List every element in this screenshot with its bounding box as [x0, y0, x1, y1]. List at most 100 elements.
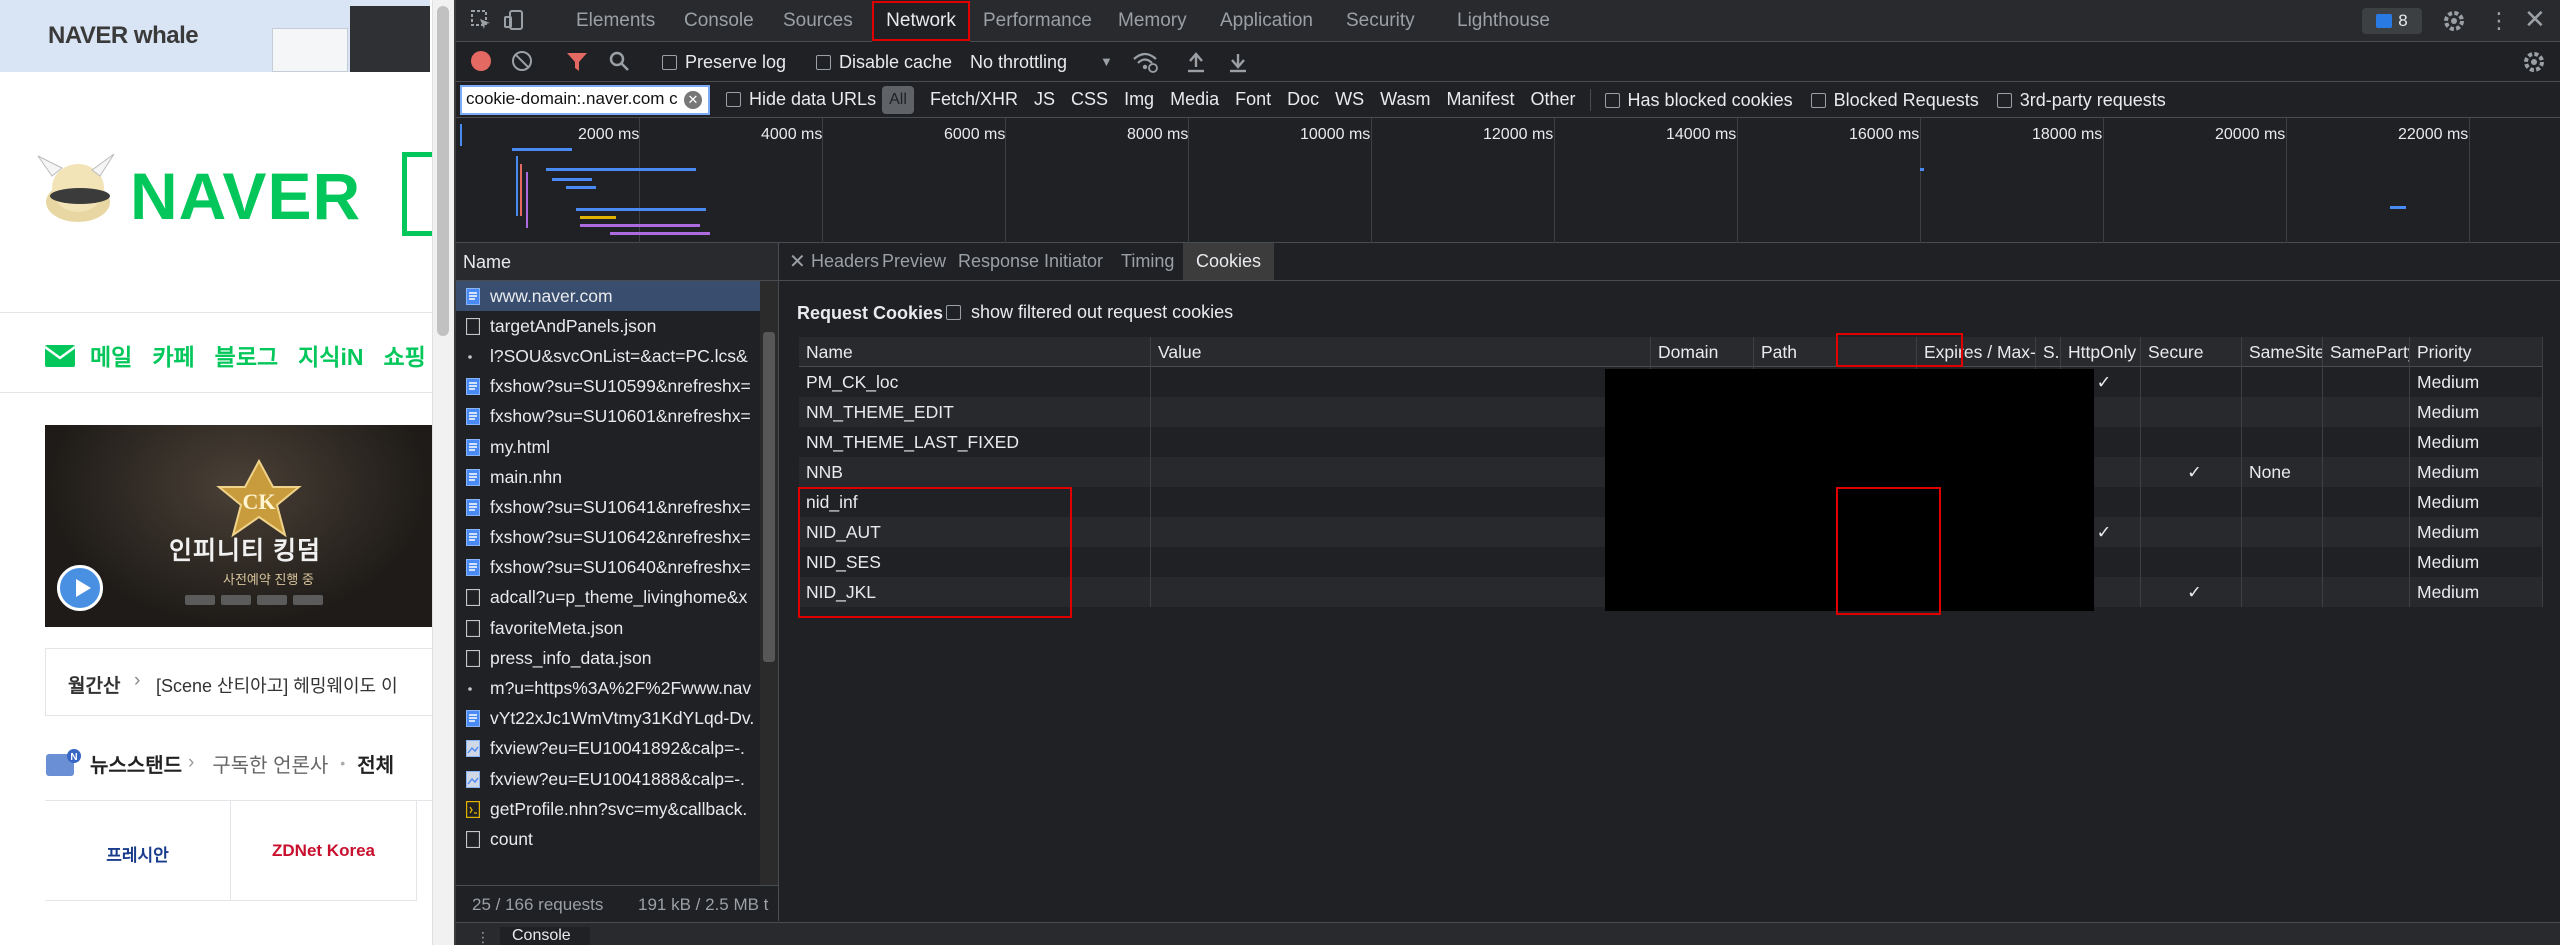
service-blog[interactable]: 블로그 [215, 338, 278, 372]
drawer-menu-icon[interactable]: ⋮ [476, 929, 490, 945]
checkbox[interactable] [726, 92, 741, 107]
request-row[interactable]: favoriteMeta.json [456, 613, 778, 643]
filter-type-fetch[interactable]: Fetch/XHR [930, 89, 1018, 111]
whale-top-banner[interactable]: NAVER whale [0, 0, 430, 72]
filter-icon[interactable] [566, 52, 588, 72]
checkbox[interactable] [1996, 92, 2012, 108]
tab-performance[interactable]: Performance [983, 0, 1092, 42]
request-row[interactable]: fxshow?su=SU10640&nrefreshx= [456, 553, 778, 583]
request-row[interactable]: count [456, 824, 778, 854]
network-conditions-icon[interactable] [1132, 51, 1158, 73]
export-har-icon[interactable] [1228, 51, 1248, 73]
request-row[interactable]: www.naver.com [456, 281, 778, 312]
service-shopping[interactable]: 쇼핑 [383, 338, 425, 372]
more-options-icon[interactable]: ⋮ [2488, 8, 2510, 34]
drawer-tab-console[interactable]: Console [500, 927, 590, 945]
checkbox[interactable] [816, 55, 831, 70]
checkbox[interactable] [1604, 92, 1620, 108]
network-overview-timeline[interactable]: 2000 ms 4000 ms 6000 ms 8000 ms 10000 ms… [456, 118, 2560, 243]
request-row[interactable]: fxshow?su=SU10599&nrefreshx= [456, 372, 778, 402]
gear-icon[interactable] [2442, 9, 2466, 33]
device-toolbar-icon[interactable] [504, 9, 526, 31]
request-row[interactable]: l?SOU&svcOnList=&act=PC.lcs& [456, 341, 778, 371]
column-header-size[interactable]: S.. [2036, 337, 2061, 367]
tab-elements[interactable]: Elements [576, 0, 655, 42]
request-row[interactable]: targetAndPanels.json [456, 311, 778, 341]
filter-type-wasm[interactable]: Wasm [1380, 89, 1430, 111]
request-row[interactable]: fxshow?su=SU10601&nrefreshx= [456, 402, 778, 432]
request-row[interactable]: m?u=https%3A%2F%2Fwww.nav [456, 673, 778, 703]
news-ticker[interactable]: 월간산 › [Scene 산티아고] 헤밍웨이도 이 [45, 648, 432, 716]
clear-icon[interactable] [512, 51, 532, 71]
filter-type-other[interactable]: Other [1531, 89, 1576, 111]
request-row[interactable]: getProfile.nhn?svc=my&callback. [456, 794, 778, 824]
inspect-element-icon[interactable] [470, 9, 492, 31]
checkbox[interactable] [946, 305, 961, 320]
filter-type-ws[interactable]: WS [1335, 89, 1364, 111]
request-row[interactable]: fxshow?su=SU10642&nrefreshx= [456, 523, 778, 553]
page-scrollbar-thumb[interactable] [437, 6, 449, 336]
record-icon[interactable] [471, 51, 491, 71]
request-row[interactable]: adcall?u=p_theme_livinghome&x [456, 583, 778, 613]
newsstand-subscribed[interactable]: 구독한 언론사 [212, 749, 328, 778]
press-cell[interactable]: 프레시안 [45, 801, 231, 901]
checkbox[interactable] [1810, 92, 1826, 108]
preserve-log-checkbox[interactable]: Preserve log [662, 52, 786, 73]
tab-timing[interactable]: Timing [1121, 243, 1174, 280]
filter-input[interactable]: cookie-domain:.naver.com c [460, 85, 710, 115]
request-row[interactable]: fxview?eu=EU10041892&calp=-. [456, 734, 778, 764]
filter-type-media[interactable]: Media [1170, 89, 1219, 111]
tab-application[interactable]: Application [1220, 0, 1313, 42]
request-row[interactable]: fxview?eu=EU10041888&calp=-. [456, 764, 778, 794]
tab-preview[interactable]: Preview [882, 243, 946, 280]
mail-icon[interactable] [44, 342, 76, 368]
issues-button[interactable]: 8 [2362, 8, 2422, 34]
press-cell[interactable]: ZDNet Korea [231, 801, 417, 901]
service-kin[interactable]: 지식iN [298, 338, 363, 372]
filter-type-manifest[interactable]: Manifest [1446, 89, 1514, 111]
close-icon[interactable]: ✕ [2524, 4, 2546, 35]
column-header-samesite[interactable]: SameSite [2242, 337, 2323, 367]
hide-data-urls-checkbox[interactable]: Hide data URLs [726, 89, 876, 110]
network-settings-gear-icon[interactable] [2522, 50, 2546, 74]
column-header-secure[interactable]: Secure [2141, 337, 2242, 367]
filter-type-js[interactable]: JS [1034, 89, 1055, 111]
filter-type-css[interactable]: CSS [1071, 89, 1108, 111]
service-mail[interactable]: 메일 [90, 338, 132, 372]
play-button[interactable] [57, 565, 103, 611]
tab-lighthouse[interactable]: Lighthouse [1457, 0, 1550, 42]
column-header-domain[interactable]: Domain [1651, 337, 1754, 367]
third-party-checkbox[interactable]: 3rd-party requests [1996, 89, 2166, 111]
clear-filter-icon[interactable]: ✕ [684, 91, 702, 109]
tab-memory[interactable]: Memory [1118, 0, 1187, 42]
tab-security[interactable]: Security [1346, 0, 1415, 42]
newsstand-title[interactable]: 뉴스스탠드 [90, 749, 182, 778]
request-row[interactable]: press_info_data.json [456, 643, 778, 673]
request-row[interactable]: main.nhn [456, 462, 778, 492]
filter-type-img[interactable]: Img [1124, 89, 1154, 111]
request-list-scrollbar-thumb[interactable] [763, 332, 775, 662]
throttling-select[interactable]: No throttling [970, 52, 1067, 73]
naver-logo[interactable]: NAVER [130, 158, 361, 234]
tab-cookies[interactable]: Cookies [1183, 243, 1275, 280]
tab-initiator[interactable]: Initiator [1044, 243, 1103, 280]
column-header-value[interactable]: Value [1151, 337, 1651, 367]
tab-console[interactable]: Console [684, 0, 754, 42]
ad-banner[interactable]: CK 인피니티 킹덤 사전예약 진행 중 [45, 425, 432, 627]
tab-sources[interactable]: Sources [783, 0, 853, 42]
close-detail-icon[interactable]: ✕ [789, 249, 806, 274]
search-icon[interactable] [608, 50, 630, 72]
column-header-name[interactable]: Name [799, 337, 1151, 367]
has-blocked-cookies-checkbox[interactable]: Has blocked cookies [1604, 89, 1793, 111]
request-row[interactable]: vYt22xJc1WmVtmy31KdYLqd-Dv. [456, 704, 778, 734]
tab-headers[interactable]: Headers [811, 243, 879, 280]
request-row[interactable]: fxshow?su=SU10641&nrefreshx= [456, 492, 778, 522]
checkbox[interactable] [662, 55, 677, 70]
filter-all-button[interactable]: All [882, 86, 914, 114]
column-header-sameparty[interactable]: SameParty [2323, 337, 2410, 367]
column-header-httponly[interactable]: HttpOnly [2061, 337, 2141, 367]
newsstand-all[interactable]: 전체 [357, 749, 394, 778]
filter-type-font[interactable]: Font [1235, 89, 1271, 111]
service-cafe[interactable]: 카페 [152, 338, 194, 372]
disable-cache-checkbox[interactable]: Disable cache [816, 52, 952, 73]
